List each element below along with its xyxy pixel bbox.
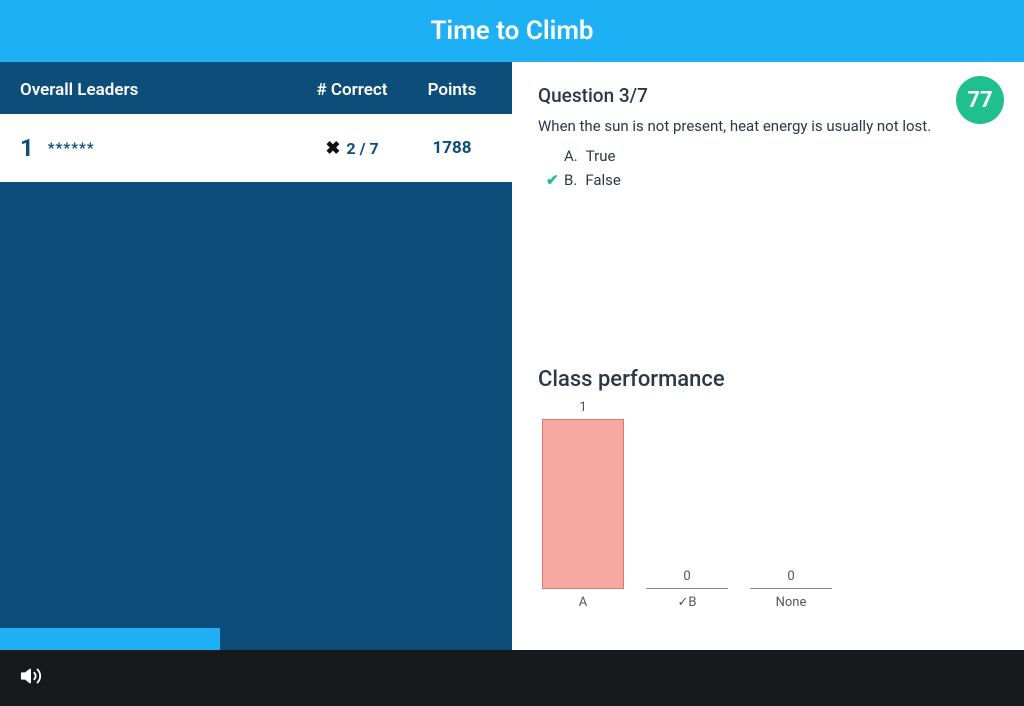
leader-rank: 1 bbox=[20, 134, 34, 162]
leaders-header: Overall Leaders # Correct Points bbox=[0, 62, 512, 114]
bar-label: A bbox=[579, 595, 587, 610]
bar-rect bbox=[542, 419, 624, 589]
leader-correct-value: 2 / 7 bbox=[346, 139, 378, 158]
leaders-col-title: Overall Leaders bbox=[20, 80, 292, 100]
speaker-icon[interactable] bbox=[20, 665, 42, 691]
answer-letter: A. bbox=[564, 147, 578, 165]
question-text: When the sun is not present, heat energy… bbox=[538, 117, 938, 135]
main-content: Overall Leaders # Correct Points 1 *****… bbox=[0, 62, 1024, 650]
leader-correct: ✖ 2 / 7 bbox=[292, 138, 412, 159]
wrong-icon: ✖ bbox=[325, 138, 340, 159]
answer-a[interactable]: A. True bbox=[546, 147, 998, 165]
leader-name: ****** bbox=[48, 139, 292, 157]
answer-text: True bbox=[586, 147, 616, 165]
leaders-col-points: Points bbox=[412, 80, 492, 100]
bar-value: 1 bbox=[579, 400, 586, 415]
leader-points: 1788 bbox=[412, 138, 492, 158]
answer-text: False bbox=[585, 171, 621, 189]
leader-row[interactable]: 1 ****** ✖ 2 / 7 1788 bbox=[0, 114, 512, 182]
answer-letter: B. bbox=[564, 171, 577, 189]
bar-baseline bbox=[750, 588, 832, 589]
chart-bar: 0 None bbox=[746, 569, 836, 610]
timer-badge: 77 bbox=[956, 76, 1004, 124]
bar-label: None bbox=[776, 595, 807, 610]
footer-bar bbox=[0, 650, 1024, 706]
page-title: Time to Climb bbox=[0, 0, 1024, 62]
chart-bar: 1A bbox=[538, 400, 628, 610]
answer-b[interactable]: ✔ B. False bbox=[546, 171, 998, 189]
leaders-col-correct: # Correct bbox=[292, 80, 412, 100]
leaders-panel: Overall Leaders # Correct Points 1 *****… bbox=[0, 62, 512, 650]
progress-bar bbox=[0, 628, 220, 650]
bar-value: 0 bbox=[683, 569, 690, 584]
question-panel: 77 Question 3/7 When the sun is not pres… bbox=[512, 62, 1024, 650]
bar-value: 0 bbox=[787, 569, 794, 584]
bar-baseline bbox=[646, 588, 728, 589]
performance-title: Class performance bbox=[538, 367, 998, 392]
bar-label: ✓B bbox=[678, 595, 697, 610]
question-title: Question 3/7 bbox=[538, 84, 998, 107]
performance-chart: 1A0✓B0None bbox=[538, 410, 998, 630]
check-icon: ✔ bbox=[546, 171, 564, 189]
answers-list: A. True ✔ B. False bbox=[546, 147, 998, 195]
chart-bar: 0 ✓B bbox=[642, 569, 732, 610]
